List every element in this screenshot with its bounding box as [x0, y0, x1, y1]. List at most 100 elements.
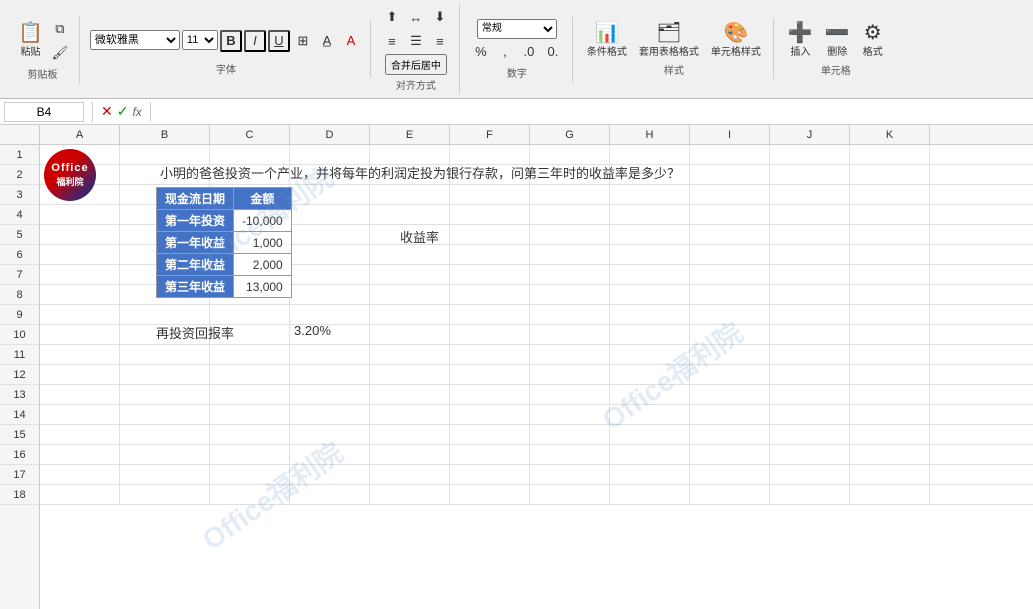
- copy-button[interactable]: ⧉: [49, 18, 71, 40]
- styles-label: 样式: [664, 62, 684, 77]
- row-num-1[interactable]: 1: [0, 145, 39, 165]
- conditional-format-button[interactable]: 📊 条件格式: [583, 21, 631, 60]
- row-num-3[interactable]: 3: [0, 185, 39, 205]
- row-num-5[interactable]: 5: [0, 225, 39, 245]
- confirm-formula-icon[interactable]: ✓: [117, 103, 129, 120]
- row-num-16[interactable]: 16: [0, 445, 39, 465]
- row-num-2[interactable]: 2: [0, 165, 39, 185]
- table-row: [40, 445, 1033, 465]
- formula-bar: ✕ ✓ fx: [0, 99, 1033, 125]
- col-header-a[interactable]: A: [40, 125, 120, 144]
- table-row: [40, 185, 1033, 205]
- merge-center-button[interactable]: 合并后居中: [385, 54, 447, 75]
- col-header-b[interactable]: B: [120, 125, 210, 144]
- font-group: 微软雅黑 11 B I U ⊞ A̲ A 字体: [82, 20, 371, 78]
- table-row: [40, 205, 1033, 225]
- cell-style-button[interactable]: 🎨 单元格样式: [707, 21, 765, 60]
- formula-separator2: [150, 102, 151, 122]
- row-num-12[interactable]: 12: [0, 365, 39, 385]
- formula-separator: [92, 102, 93, 122]
- col-header-g[interactable]: G: [530, 125, 610, 144]
- col-header-i[interactable]: I: [690, 125, 770, 144]
- underline-button[interactable]: U: [268, 30, 290, 52]
- table-row: [40, 265, 1033, 285]
- clipboard-group: 📋 粘贴 ⧉ 🖌 剪贴板: [6, 16, 80, 83]
- grid-content: Office 福利院 小明的爸爸投资一个产业，并将每年的利润定投为银行存款，问第…: [40, 145, 1033, 609]
- align-bottom-button[interactable]: ⬇: [429, 6, 451, 28]
- cell-a1[interactable]: [40, 145, 120, 165]
- cells-label: 单元格: [821, 62, 851, 77]
- styles-group: 📊 条件格式 🗂 套用表格格式 🎨 单元格样式 样式: [575, 19, 774, 79]
- align-right-button[interactable]: ≡: [429, 30, 451, 52]
- format-painter-button[interactable]: 🖌: [49, 42, 71, 64]
- table-row: [40, 465, 1033, 485]
- italic-button[interactable]: I: [244, 30, 266, 52]
- cells-group: ➕ 插入 ➖ 删除 ⚙ 格式 单元格: [776, 19, 896, 79]
- percent-button[interactable]: %: [470, 41, 492, 63]
- table-format-button[interactable]: 🗂 套用表格格式: [635, 21, 703, 60]
- name-box[interactable]: [4, 102, 84, 122]
- comma-button[interactable]: ,: [494, 41, 516, 63]
- number-label: 数字: [507, 65, 527, 80]
- font-name-select[interactable]: 微软雅黑: [90, 30, 180, 50]
- table-row: [40, 245, 1033, 265]
- col-header-h[interactable]: H: [610, 125, 690, 144]
- align-top-button[interactable]: ⬆: [381, 6, 403, 28]
- row-num-13[interactable]: 13: [0, 385, 39, 405]
- col-header-d[interactable]: D: [290, 125, 370, 144]
- table-row: [40, 165, 1033, 185]
- toolbar: 📋 粘贴 ⧉ 🖌 剪贴板 微软雅黑 11: [0, 0, 1033, 99]
- insert-function-icon[interactable]: fx: [132, 105, 141, 119]
- corner-cell: [0, 125, 40, 144]
- number-format-select[interactable]: 常规: [477, 19, 557, 39]
- format-button[interactable]: ⚙ 格式: [858, 21, 888, 60]
- table-row: [40, 225, 1033, 245]
- alignment-group: ⬆ ↔ ⬇ ≡ ☰ ≡ 合并后居中 对齐方式: [373, 4, 460, 94]
- table-row: [40, 325, 1033, 345]
- table-row: [40, 485, 1033, 505]
- row-num-15[interactable]: 15: [0, 425, 39, 445]
- clipboard-label: 剪贴板: [27, 66, 57, 81]
- font-size-select[interactable]: 11: [182, 30, 218, 50]
- cancel-formula-icon[interactable]: ✕: [101, 103, 113, 120]
- row-num-10[interactable]: 10: [0, 325, 39, 345]
- bold-button[interactable]: B: [220, 30, 242, 52]
- row-num-11[interactable]: 11: [0, 345, 39, 365]
- decrease-decimal-button[interactable]: 0.: [542, 41, 564, 63]
- align-center-button[interactable]: ☰: [405, 30, 427, 52]
- font-color-button[interactable]: A: [340, 30, 362, 52]
- table-row: [40, 365, 1033, 385]
- paste-icon: 📋: [18, 23, 43, 43]
- row-num-8[interactable]: 8: [0, 285, 39, 305]
- align-left-button[interactable]: ≡: [381, 30, 403, 52]
- delete-button[interactable]: ➖ 删除: [821, 21, 854, 60]
- table-row: [40, 345, 1033, 365]
- paste-button[interactable]: 📋 粘贴: [14, 21, 47, 60]
- row-num-7[interactable]: 7: [0, 265, 39, 285]
- number-group: 常规 % , .0 0. 数字: [462, 17, 573, 82]
- table-row: [40, 385, 1033, 405]
- border-button[interactable]: ⊞: [292, 30, 314, 52]
- col-header-k[interactable]: K: [850, 125, 930, 144]
- column-headers: A B C D E F G H I J K: [0, 125, 1033, 145]
- row-num-18[interactable]: 18: [0, 485, 39, 505]
- row-num-4[interactable]: 4: [0, 205, 39, 225]
- increase-decimal-button[interactable]: .0: [518, 41, 540, 63]
- table-row: [40, 145, 1033, 165]
- alignment-label: 对齐方式: [396, 77, 436, 92]
- formula-input[interactable]: [159, 103, 1029, 121]
- col-header-j[interactable]: J: [770, 125, 850, 144]
- fill-color-button[interactable]: A̲: [316, 30, 338, 52]
- row-num-6[interactable]: 6: [0, 245, 39, 265]
- table-row: [40, 285, 1033, 305]
- table-row: [40, 305, 1033, 325]
- col-header-e[interactable]: E: [370, 125, 450, 144]
- align-middle-button[interactable]: ↔: [405, 6, 427, 28]
- insert-button[interactable]: ➕ 插入: [784, 21, 817, 60]
- col-header-f[interactable]: F: [450, 125, 530, 144]
- row-numbers: 1 2 3 4 5 6 7 8 9 10 11 12 13 14 15 16 1…: [0, 145, 40, 609]
- row-num-17[interactable]: 17: [0, 465, 39, 485]
- row-num-9[interactable]: 9: [0, 305, 39, 325]
- row-num-14[interactable]: 14: [0, 405, 39, 425]
- col-header-c[interactable]: C: [210, 125, 290, 144]
